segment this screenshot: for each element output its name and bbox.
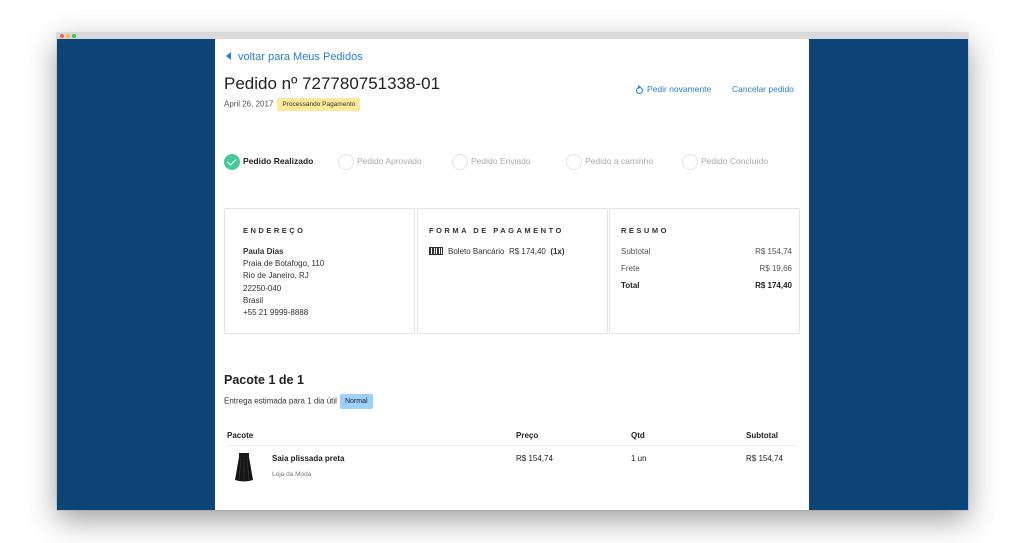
order-date: April 26, 2017 <box>224 99 274 109</box>
delivery-estimate: Entrega estimada para 1 dia útil <box>224 396 337 406</box>
product-thumbnail[interactable] <box>231 450 257 484</box>
product-qty: 1 un <box>631 454 647 463</box>
address-card: ENDEREÇO Paula Dias Praia de Botafogo, 1… <box>224 208 415 334</box>
step-label: Pedido Concluído <box>701 156 769 166</box>
page-title: Pedido nº 727780751338-01 <box>224 74 441 93</box>
summary-label: Total <box>621 281 640 290</box>
empty-circle-icon <box>338 154 354 170</box>
column-header-price: Preço <box>516 431 539 440</box>
payment-method: Boleto Bancário <box>448 247 505 256</box>
order-details-page: voltar para Meus Pedidos Pedido nº 72778… <box>215 39 809 510</box>
table-header-divider <box>227 445 797 446</box>
summary-label: Frete <box>621 264 640 273</box>
product-name[interactable]: Saia plissada preta <box>272 454 344 463</box>
product-store: Loja da Moda <box>272 471 312 478</box>
recipient-name: Paula Dias <box>243 247 284 256</box>
column-header-qty: Qtd <box>631 431 645 440</box>
reorder-label: Pedir novamente <box>647 84 712 94</box>
column-header-package: Pacote <box>227 431 254 440</box>
card-title: ENDEREÇO <box>243 226 306 235</box>
empty-circle-icon <box>682 154 698 170</box>
barcode-icon <box>429 247 443 255</box>
summary-value: R$ 19,66 <box>759 264 792 273</box>
back-to-orders-link[interactable]: voltar para Meus Pedidos <box>226 51 363 63</box>
payment-installments: (1x) <box>550 247 565 256</box>
empty-circle-icon <box>452 154 468 170</box>
column-header-subtotal: Subtotal <box>746 431 778 440</box>
right-side-panel <box>809 39 968 510</box>
back-arrow-icon <box>226 52 231 60</box>
left-side-panel <box>57 39 215 510</box>
step-label: Pedido Realizado <box>243 156 314 166</box>
product-subtotal: R$ 154,74 <box>746 454 783 463</box>
status-badge: Processando Pagamento <box>277 98 361 111</box>
card-title: RESUMO <box>621 226 669 235</box>
package-estimate: Entrega estimada para 1 dia útil Normal <box>224 394 373 409</box>
payment-amount: R$ 174,40 <box>508 247 546 256</box>
empty-circle-icon <box>566 154 582 170</box>
address-city: Rio de Janeiro, RJ <box>243 271 309 281</box>
cancel-order-button[interactable]: Cancelar pedido <box>732 84 794 94</box>
order-meta: April 26, 2017 Processando Pagamento <box>224 98 361 111</box>
package-title: Pacote 1 de 1 <box>224 373 304 387</box>
summary-card: RESUMO Subtotal R$ 154,74 Frete R$ 19,66… <box>609 208 800 334</box>
back-link-label: voltar para Meus Pedidos <box>238 51 363 63</box>
address-zip: 22250-040 <box>243 283 282 293</box>
address-street: Praia de Botafogo, 110 <box>243 259 325 269</box>
step-label: Pedido Aprovado <box>357 156 422 166</box>
refresh-icon <box>636 85 643 94</box>
maximize-window-icon[interactable] <box>72 34 76 38</box>
summary-value: R$ 154,74 <box>755 247 792 256</box>
check-circle-icon <box>224 154 240 170</box>
product-price: R$ 154,74 <box>516 454 553 463</box>
address-country: Brasil <box>243 295 264 305</box>
reorder-button[interactable]: Pedir novamente <box>636 84 711 94</box>
address-lines: Paula Dias Praia de Botafogo, 110 Rio de… <box>243 246 324 319</box>
summary-value: R$ 174,40 <box>755 281 792 290</box>
payment-line: Boleto Bancário R$ 174,40 (1x) <box>429 247 565 256</box>
shipping-type-badge: Normal <box>339 394 373 409</box>
address-phone: +55 21 9999-8888 <box>243 308 309 318</box>
minimize-window-icon[interactable] <box>66 34 70 38</box>
step-label: Pedido Enviado <box>471 156 531 166</box>
card-title: FORMA DE PAGAMENTO <box>429 226 564 235</box>
summary-label: Subtotal <box>621 247 651 256</box>
browser-window: voltar para Meus Pedidos Pedido nº 72778… <box>57 33 968 510</box>
close-window-icon[interactable] <box>60 34 64 38</box>
payment-card: FORMA DE PAGAMENTO Boleto Bancário R$ 17… <box>417 208 608 334</box>
step-label: Pedido a caminho <box>585 156 654 166</box>
